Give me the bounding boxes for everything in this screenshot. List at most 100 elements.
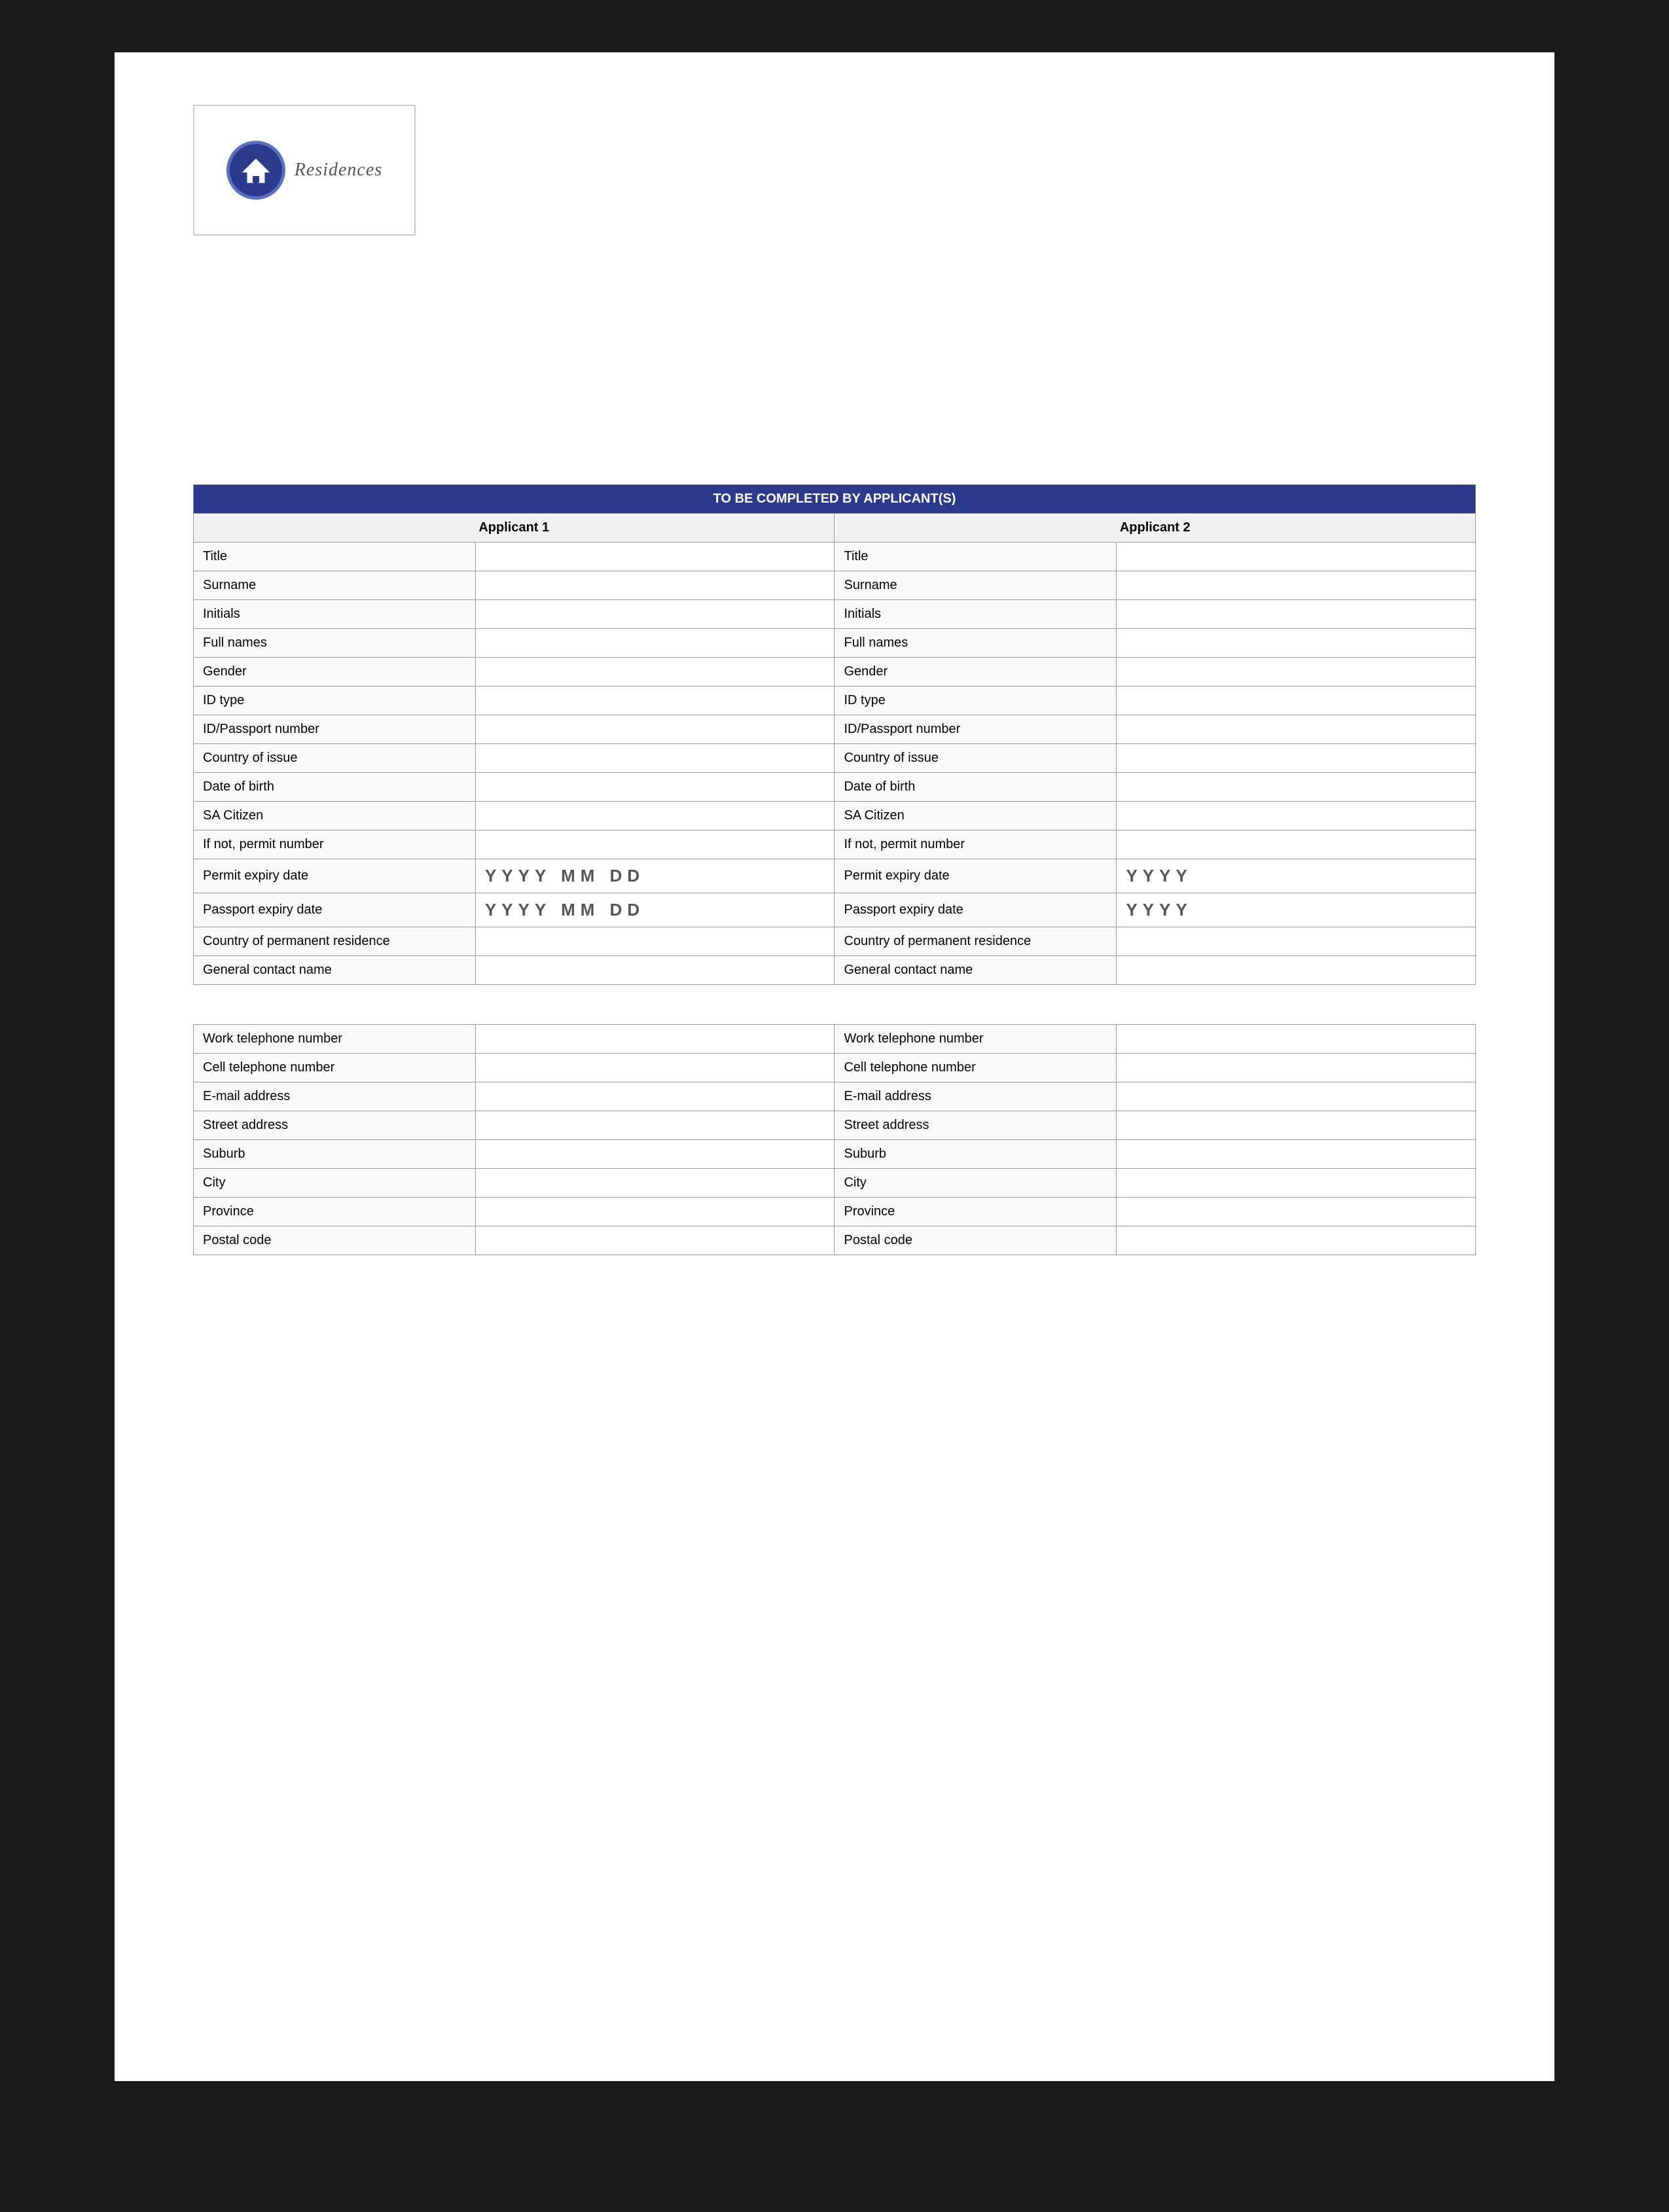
app2-value-5[interactable] <box>1117 687 1476 715</box>
app1-label-4: Gender <box>194 658 476 687</box>
contact-value-app1-4[interactable] <box>475 1140 834 1169</box>
app1-value-10[interactable] <box>475 830 834 859</box>
app2-label-7: Country of issue <box>834 744 1117 773</box>
app2-label-14: General contact name <box>834 956 1117 985</box>
contact-value-app2-1[interactable] <box>1117 1054 1476 1082</box>
app1-label-7: Country of issue <box>194 744 476 773</box>
app2-value-10[interactable] <box>1117 830 1476 859</box>
app2-value-8[interactable] <box>1117 773 1476 802</box>
contact-value-app2-5[interactable] <box>1117 1169 1476 1198</box>
app1-label-9: SA Citizen <box>194 802 476 830</box>
app1-label-1: Surname <box>194 571 476 600</box>
app1-label-8: Date of birth <box>194 773 476 802</box>
contact-label-app2-1: Cell telephone number <box>834 1054 1117 1082</box>
app2-label-13: Country of permanent residence <box>834 927 1117 956</box>
app2-value-7[interactable] <box>1117 744 1476 773</box>
date-placeholder-app1-11: YYYY MM DD <box>485 866 645 885</box>
app1-value-5[interactable] <box>475 687 834 715</box>
section-title: TO BE COMPLETED BY APPLICANT(S) <box>194 485 1476 514</box>
contact-label-app2-2: E-mail address <box>834 1082 1117 1111</box>
contact-label-app1-2: E-mail address <box>194 1082 476 1111</box>
app2-label-11: Permit expiry date <box>834 859 1117 893</box>
contact-label-app2-0: Work telephone number <box>834 1025 1117 1054</box>
contact-value-app1-0[interactable] <box>475 1025 834 1054</box>
app1-label-10: If not, permit number <box>194 830 476 859</box>
app1-value-2[interactable] <box>475 600 834 629</box>
app1-value-13[interactable] <box>475 927 834 956</box>
contact-value-app2-2[interactable] <box>1117 1082 1476 1111</box>
main-form-table: TO BE COMPLETED BY APPLICANT(S) Applican… <box>193 484 1476 985</box>
contact-value-app1-1[interactable] <box>475 1054 834 1082</box>
contact-value-app2-0[interactable] <box>1117 1025 1476 1054</box>
contact-label-app1-4: Suburb <box>194 1140 476 1169</box>
app1-label-13: Country of permanent residence <box>194 927 476 956</box>
app1-value-6[interactable] <box>475 715 834 744</box>
applicant2-header: Applicant 2 <box>834 514 1476 543</box>
contact-value-app2-3[interactable] <box>1117 1111 1476 1140</box>
spacer-area <box>193 275 1476 484</box>
applicant1-header: Applicant 1 <box>194 514 834 543</box>
app2-label-12: Passport expiry date <box>834 893 1117 927</box>
app1-value-0[interactable] <box>475 543 834 571</box>
contact-label-app1-6: Province <box>194 1198 476 1226</box>
date-placeholder-app2-11: YYYY <box>1126 866 1192 885</box>
logo-container: Residences <box>193 105 416 236</box>
app2-value-3[interactable] <box>1117 629 1476 658</box>
app1-value-4[interactable] <box>475 658 834 687</box>
contact-value-app1-7[interactable] <box>475 1226 834 1255</box>
app2-value-12[interactable]: YYYY <box>1117 893 1476 927</box>
contact-label-app2-7: Postal code <box>834 1226 1117 1255</box>
contact-value-app1-6[interactable] <box>475 1198 834 1226</box>
app1-label-11: Permit expiry date <box>194 859 476 893</box>
app2-value-13[interactable] <box>1117 927 1476 956</box>
logo-text: Residences <box>295 160 382 181</box>
app1-label-3: Full names <box>194 629 476 658</box>
app2-value-11[interactable]: YYYY <box>1117 859 1476 893</box>
contact-label-app1-0: Work telephone number <box>194 1025 476 1054</box>
date-placeholder-app1-12: YYYY MM DD <box>485 900 645 919</box>
contact-value-app1-5[interactable] <box>475 1169 834 1198</box>
app2-label-0: Title <box>834 543 1117 571</box>
app2-label-3: Full names <box>834 629 1117 658</box>
contact-table: Work telephone number Work telephone numb… <box>193 1024 1476 1255</box>
contact-label-app1-5: City <box>194 1169 476 1198</box>
app2-value-0[interactable] <box>1117 543 1476 571</box>
contact-value-app1-2[interactable] <box>475 1082 834 1111</box>
logo-circle <box>226 141 285 200</box>
contact-value-app2-6[interactable] <box>1117 1198 1476 1226</box>
contact-value-app2-7[interactable] <box>1117 1226 1476 1255</box>
logo-inner: Residences <box>226 141 382 200</box>
app2-label-1: Surname <box>834 571 1117 600</box>
app2-value-1[interactable] <box>1117 571 1476 600</box>
app1-label-14: General contact name <box>194 956 476 985</box>
contact-label-app1-1: Cell telephone number <box>194 1054 476 1082</box>
app1-value-12[interactable]: YYYY MM DD <box>475 893 834 927</box>
app1-value-14[interactable] <box>475 956 834 985</box>
app1-label-12: Passport expiry date <box>194 893 476 927</box>
app1-label-2: Initials <box>194 600 476 629</box>
app2-value-4[interactable] <box>1117 658 1476 687</box>
app1-label-6: ID/Passport number <box>194 715 476 744</box>
contact-value-app2-4[interactable] <box>1117 1140 1476 1169</box>
app1-label-0: Title <box>194 543 476 571</box>
app2-value-6[interactable] <box>1117 715 1476 744</box>
app2-label-8: Date of birth <box>834 773 1117 802</box>
app2-value-14[interactable] <box>1117 956 1476 985</box>
contact-label-app2-4: Suburb <box>834 1140 1117 1169</box>
app2-label-6: ID/Passport number <box>834 715 1117 744</box>
app2-label-2: Initials <box>834 600 1117 629</box>
app2-label-4: Gender <box>834 658 1117 687</box>
app1-value-1[interactable] <box>475 571 834 600</box>
house-icon <box>240 154 272 187</box>
app1-value-7[interactable] <box>475 744 834 773</box>
app2-value-2[interactable] <box>1117 600 1476 629</box>
app1-value-3[interactable] <box>475 629 834 658</box>
contact-value-app1-3[interactable] <box>475 1111 834 1140</box>
contact-label-app1-3: Street address <box>194 1111 476 1140</box>
app2-value-9[interactable] <box>1117 802 1476 830</box>
app1-value-11[interactable]: YYYY MM DD <box>475 859 834 893</box>
contact-label-app2-3: Street address <box>834 1111 1117 1140</box>
app1-value-9[interactable] <box>475 802 834 830</box>
app1-value-8[interactable] <box>475 773 834 802</box>
page: Residences TO BE COMPLETED BY APPLICANT(… <box>115 52 1554 2081</box>
